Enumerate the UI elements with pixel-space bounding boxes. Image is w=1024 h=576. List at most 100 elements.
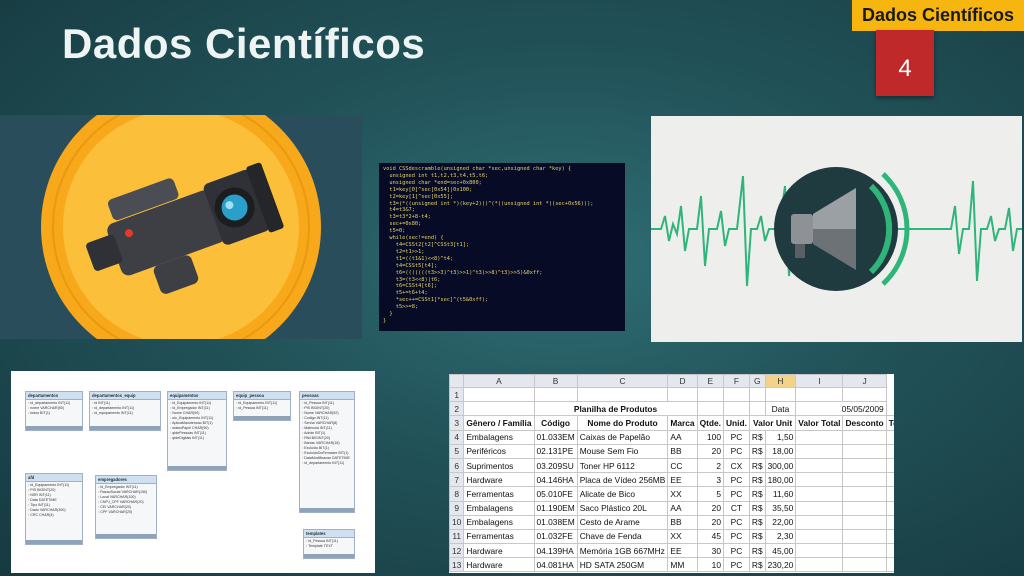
column-header: Qtde. (696, 415, 724, 431)
table-row: 5 Periféricos 02.131PE Mouse Sem Fio BB 20 PC R… (449, 443, 894, 459)
column-header: Marca (667, 415, 698, 431)
table-cell (885, 500, 894, 516)
column-letter: J (842, 374, 887, 388)
table-row: 9 Embalagens 01.190EM Saco Plástico 20L AA 20… (449, 500, 894, 516)
table-cell: 300,00 (764, 457, 797, 474)
header-row: 3 Gênero / Família Código Nome do Produto M… (449, 415, 894, 431)
table-cell (795, 528, 844, 545)
db-field: ◦ id_departamento INT(11) (302, 460, 345, 465)
table-cell (842, 457, 887, 474)
table-cell (885, 472, 894, 488)
table-cell: 2,30 (764, 528, 797, 545)
table-cell: Toner HP 6112 (576, 457, 669, 474)
table-cell (795, 472, 844, 488)
db-field: ◦ id_Pessoa INT(11) (236, 405, 268, 410)
table-cell: Memória 1GB 667MHz (576, 543, 669, 559)
table-cell (795, 486, 844, 502)
table-cell: R$ (748, 500, 766, 516)
db-table-equip-pessoa: equip_pessoa ◦ id_Equipamento INT(11) ◦ id… (233, 391, 291, 421)
table-cell: CX (722, 457, 750, 474)
column-letter: F (722, 374, 750, 388)
table-cell: Ferramentas (463, 528, 535, 545)
db-table-name: templates (304, 530, 354, 538)
table-cell: 8 (449, 486, 465, 502)
page-number-badge: 4 (876, 30, 934, 96)
table-cell: 45 (696, 528, 724, 545)
table-cell: 3 (696, 472, 724, 488)
table-cell: 1,50 (764, 429, 797, 445)
table-cell: Alicate de Bico (576, 486, 669, 502)
table-cell: 230,20 (764, 557, 797, 573)
table-cell: BB (667, 443, 698, 459)
table-cell: 180,00 (764, 472, 797, 488)
table-row: 1 (449, 386, 895, 403)
table-cell: Saco Plástico 20L (576, 500, 669, 516)
table-cell: R$ (748, 557, 766, 573)
table-cell: 10 (449, 514, 465, 530)
code-text: void CSSdescramble(unsigned char *sec,un… (383, 166, 594, 324)
column-letter: C (576, 374, 669, 388)
sheet-title: Planilha de Produtos (533, 401, 698, 417)
table-cell (795, 457, 844, 474)
table-cell: PC (722, 472, 750, 488)
date-label: Data (764, 401, 797, 417)
db-field: ◦ CPF VARCHAR(20) (98, 509, 133, 514)
table-cell: Hardware (463, 472, 535, 488)
db-field: ◦ qtdeDigitais INT(11) (170, 435, 204, 440)
table-cell (885, 514, 894, 530)
product-spreadsheet: ABCDEFGHIJ 1 2 Planilha de Produtos Data… (449, 374, 895, 573)
table-cell: CT (722, 500, 750, 516)
table-cell (795, 514, 844, 530)
table-cell: 100 (696, 429, 724, 445)
table-cell: 02.131PE (533, 443, 578, 459)
table-cell: Placa de Vídeo 256MB (576, 472, 669, 488)
slide-title: Dados Científicos (62, 20, 426, 67)
table-cell: Caixas de Papelão (576, 429, 669, 445)
table-row: 12 Hardware 04.139HA Memória 1GB 667MHz EE 30… (449, 543, 894, 559)
table-row: 6 Suprimentos 03.209SU Toner HP 6112 CC 2 CX R$… (449, 457, 894, 474)
db-field: ◦ ExcluidoDoFirmware BIT(1) (302, 450, 349, 455)
table-cell (885, 429, 894, 445)
table-cell: Hardware (463, 557, 535, 573)
db-table-pessoas: pessoas ◦ id_Pessoa INT(11) ◦ PIS BIGINT(2… (299, 391, 355, 513)
column-letter: A (463, 374, 535, 388)
column-letter: G (748, 374, 766, 388)
table-cell: PC (722, 514, 750, 530)
table-cell: PC (722, 557, 750, 573)
table-cell (842, 500, 887, 516)
table-cell: 35,50 (764, 500, 797, 516)
table-cell: Ferramentas (463, 486, 535, 502)
table-cell (842, 528, 887, 545)
table-cell: 20 (696, 500, 724, 516)
table-cell: Hardware (463, 543, 535, 559)
table-cell: Embalagens (463, 500, 535, 516)
db-table-templates: templates ◦ id_Pessoa INT(11) ◦ Template T… (303, 529, 355, 559)
column-header: Código (533, 415, 578, 431)
table-cell: EE (667, 472, 698, 488)
table-cell: 7 (449, 472, 465, 488)
video-camera-image (0, 115, 362, 339)
table-cell: R$ (748, 514, 766, 530)
table-cell: Embalagens (463, 514, 535, 530)
table-cell: R$ (748, 472, 766, 488)
table-row: 13 Hardware 04.081HA HD SATA 250GM MM 10 PC R$ 2… (449, 557, 894, 573)
table-cell: MM (667, 557, 698, 573)
table-cell (842, 429, 887, 445)
table-cell (842, 486, 887, 502)
table-cell: 11,60 (764, 486, 797, 502)
column-header: Desconto (842, 415, 887, 431)
table-cell (885, 457, 894, 474)
db-field: ◦ todos BIT(1) (28, 410, 51, 415)
table-cell: R$ (748, 429, 766, 445)
table-cell: 04.146HA (533, 472, 578, 488)
table-cell: BB (667, 514, 698, 530)
date-value: 05/05/2009 (795, 401, 887, 417)
db-field: ◦ Template TEXT (306, 543, 333, 548)
table-cell (842, 557, 887, 573)
db-table-name: departamentos (26, 392, 82, 400)
table-cell (842, 443, 887, 459)
db-table-equipamentos: equipamentos ◦ id_Equipamento INT(11) ◦ id… (167, 391, 227, 471)
table-cell (885, 543, 894, 559)
column-header: Gênero / Família (463, 415, 535, 431)
column-letter: H (764, 374, 797, 388)
